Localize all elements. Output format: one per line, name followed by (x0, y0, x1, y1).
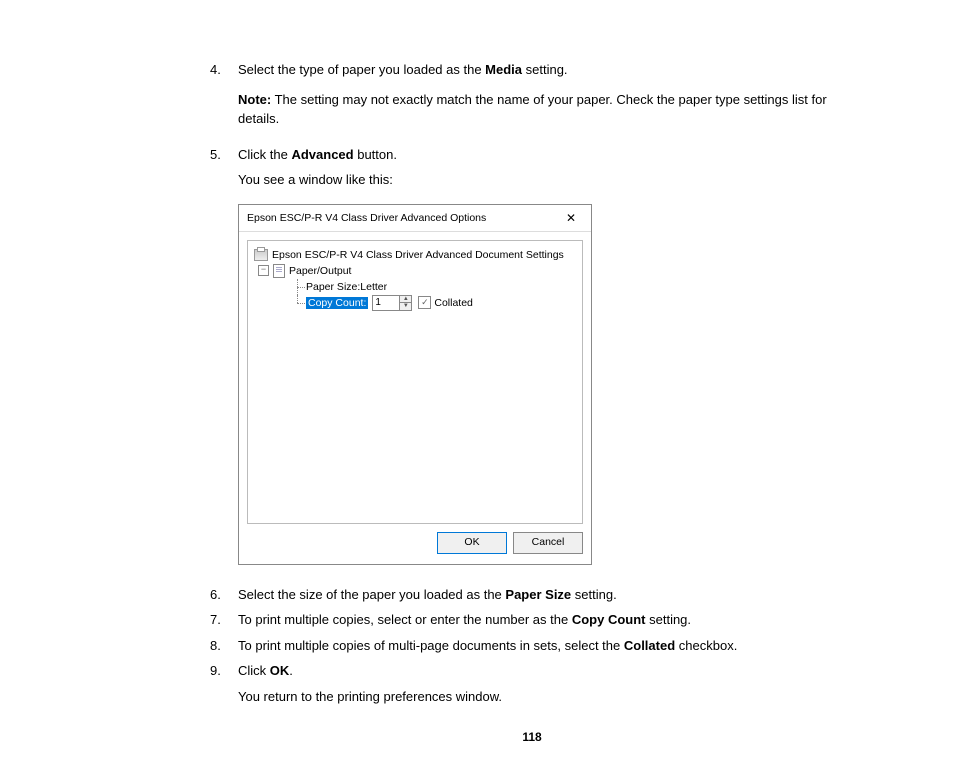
tree-root[interactable]: Epson ESC/P-R V4 Class Driver Advanced D… (252, 247, 578, 263)
step-5: 5. Click the Advanced button. You see a … (210, 145, 854, 190)
settings-tree[interactable]: Epson ESC/P-R V4 Class Driver Advanced D… (247, 240, 583, 524)
collated-checkbox[interactable]: ✓ (418, 296, 431, 309)
step-subtext: You return to the printing preferences w… (238, 687, 854, 707)
step-text-pre: Select the size of the paper you loaded … (238, 587, 505, 602)
step-bold: OK (270, 663, 290, 678)
step-body: To print multiple copies of multi-page d… (238, 636, 854, 656)
step-bold: Paper Size (505, 587, 571, 602)
step-text-post: setting. (571, 587, 617, 602)
step-body: Click the Advanced button. You see a win… (238, 145, 854, 190)
page-number: 118 (210, 730, 854, 744)
printer-icon (254, 249, 268, 261)
step-number: 7. (210, 610, 238, 630)
step-4: 4. Select the type of paper you loaded a… (210, 60, 854, 139)
step-text-pre: Click the (238, 147, 291, 162)
paper-size-label: Paper Size: (306, 281, 360, 293)
step-subtext: You see a window like this: (238, 170, 854, 190)
ok-button[interactable]: OK (437, 532, 507, 554)
tree-paper-output[interactable]: − Paper/Output (252, 263, 578, 279)
tree-connector (292, 295, 306, 311)
step-8: 8. To print multiple copies of multi-pag… (210, 636, 854, 656)
note: Note: The setting may not exactly match … (238, 90, 854, 129)
step-bold: Collated (624, 638, 675, 653)
step-text-post: setting. (522, 62, 568, 77)
collated-label: Collated (434, 297, 473, 309)
paper-size-value: Letter (360, 281, 387, 293)
dialog-body: Epson ESC/P-R V4 Class Driver Advanced D… (239, 232, 591, 564)
step-text-post: checkbox. (675, 638, 737, 653)
spinner-down-icon[interactable]: ▼ (400, 303, 411, 310)
advanced-options-dialog: Epson ESC/P-R V4 Class Driver Advanced O… (238, 204, 592, 565)
dialog-screenshot: Epson ESC/P-R V4 Class Driver Advanced O… (238, 204, 854, 565)
step-number: 4. (210, 60, 238, 139)
note-text: The setting may not exactly match the na… (238, 92, 827, 127)
step-body: Select the type of paper you loaded as t… (238, 60, 854, 139)
step-bold: Copy Count (572, 612, 646, 627)
close-icon[interactable]: ✕ (557, 209, 585, 227)
spinner-buttons[interactable]: ▲ ▼ (399, 296, 411, 310)
tree-paper-output-label: Paper/Output (289, 265, 351, 277)
step-bold: Media (485, 62, 522, 77)
dialog-title: Epson ESC/P-R V4 Class Driver Advanced O… (247, 212, 486, 224)
step-text-pre: To print multiple copies, select or ente… (238, 612, 572, 627)
step-body: Click OK. You return to the printing pre… (238, 661, 854, 706)
document-page: 4. Select the type of paper you loaded a… (0, 0, 954, 774)
tree-root-label: Epson ESC/P-R V4 Class Driver Advanced D… (272, 249, 564, 261)
spinner-up-icon[interactable]: ▲ (400, 296, 411, 304)
tree-connector (292, 279, 306, 295)
collapse-icon[interactable]: − (258, 265, 269, 276)
step-text-post: setting. (646, 612, 692, 627)
step-text-post: button. (354, 147, 397, 162)
step-bold: Advanced (291, 147, 353, 162)
step-text-pre: Select the type of paper you loaded as t… (238, 62, 485, 77)
document-icon (273, 264, 285, 278)
copy-count-label: Copy Count: (306, 297, 368, 309)
step-number: 9. (210, 661, 238, 706)
step-number: 5. (210, 145, 238, 190)
tree-copy-count[interactable]: Copy Count: ▲ ▼ ✓ Collated (252, 295, 578, 311)
step-9: 9. Click OK. You return to the printing … (210, 661, 854, 706)
step-6: 6. Select the size of the paper you load… (210, 585, 854, 605)
step-text-pre: Click (238, 663, 270, 678)
step-text-pre: To print multiple copies of multi-page d… (238, 638, 624, 653)
dialog-titlebar: Epson ESC/P-R V4 Class Driver Advanced O… (239, 205, 591, 232)
step-number: 8. (210, 636, 238, 656)
note-label: Note: (238, 92, 271, 107)
copy-count-input[interactable] (373, 297, 399, 309)
step-body: Select the size of the paper you loaded … (238, 585, 854, 605)
dialog-button-row: OK Cancel (247, 524, 583, 556)
copy-count-spinner[interactable]: ▲ ▼ (372, 295, 412, 311)
step-text-post: . (289, 663, 293, 678)
step-number: 6. (210, 585, 238, 605)
tree-paper-size[interactable]: Paper Size: Letter (252, 279, 578, 295)
cancel-button[interactable]: Cancel (513, 532, 583, 554)
step-7: 7. To print multiple copies, select or e… (210, 610, 854, 630)
step-body: To print multiple copies, select or ente… (238, 610, 854, 630)
